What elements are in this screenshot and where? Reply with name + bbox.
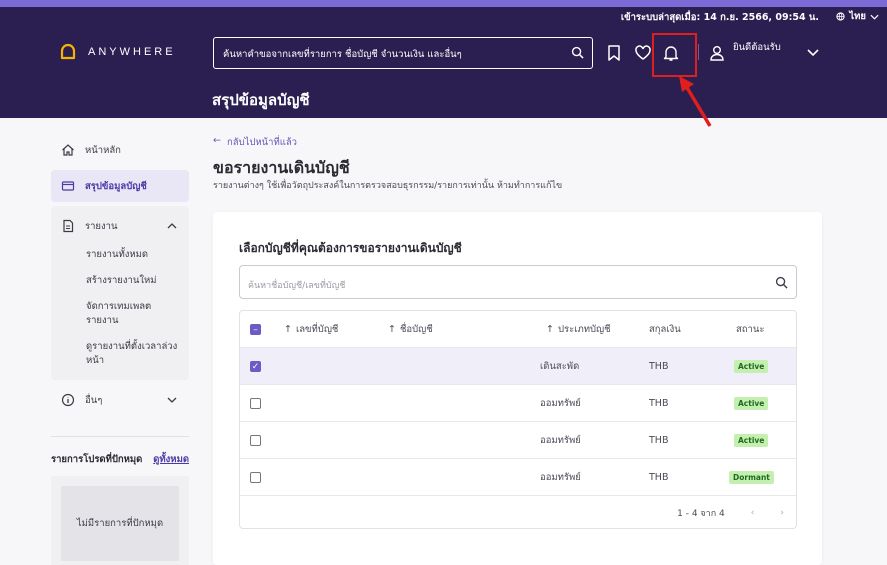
currency-cell: THB [649,435,669,446]
sidebar-item-summary[interactable]: สรุปข้อมูลบัญชี [51,170,189,202]
account-search-placeholder: ค้นหาชื่อบัญชี/เลขที่บัญชี [248,281,346,291]
welcome-text[interactable]: ยินดีต้อนรับ [733,40,781,55]
language-label: ไทย [849,11,866,22]
pagination-range: 1 - 4 จาก 4 [677,509,725,519]
table-header-row: – ↑ เลขที่บัญชี ↑ ชื่อบัญชี ↑ ประเภทบัญชี ส… [240,311,796,348]
document-icon [63,219,74,233]
sidebar-item-label: รายงาน [85,220,118,232]
currency-cell: THB [649,361,669,372]
logo-text: ANYWHERE [88,46,176,58]
header-divider [698,44,699,60]
global-search-input[interactable]: ค้นหาคำขอจากเลขที่รายการ ชื่อบัญชี จำนวน… [213,37,593,69]
top-status-bar: เข้าระบบล่าสุดเมื่อ: 14 ก.ย. 2566, 09:54… [0,0,887,26]
sidebar-item-others[interactable]: อื่นๆ [51,384,189,416]
chevron-down-icon [167,397,177,403]
home-icon [62,144,74,156]
account-type-cell: เดินสะพัด [540,361,580,372]
pinned-title: รายการโปรดที่ปักหมุด [51,454,143,465]
column-label: ประเภทบัญชี [557,324,611,335]
globe-icon [836,12,846,21]
sidebar-subitem-templates[interactable]: จัดการเทมเพลตรายงาน [51,294,189,334]
logo-mark-icon [60,43,76,60]
sidebar: หน้าหลัก สรุปข้อมูลบัญชี รายงาน รายงานทั… [51,134,189,420]
search-icon[interactable] [571,46,584,59]
card-title: เลือกบัญชีที่คุณต้องการขอรายงานเดินบัญชี [239,241,462,255]
search-icon[interactable] [775,276,788,289]
chevron-right-icon[interactable]: › [780,508,784,518]
sidebar-divider [51,436,189,437]
column-label: ชื่อบัญชี [399,324,433,335]
status-badge: Dormant [729,471,774,484]
sidebar-item-label: หน้าหลัก [85,144,121,156]
table-row[interactable]: ออมทรัพย์ THB Dormant [240,459,796,496]
wallet-icon [61,181,75,191]
sidebar-item-home[interactable]: หน้าหลัก [51,134,189,166]
table-row[interactable]: ✓ เดินสะพัด THB Active [240,348,796,385]
chevron-up-icon [167,223,177,229]
last-login-text: เข้าระบบล่าสุดเมื่อ: 14 ก.ย. 2566, 09:54… [620,12,819,23]
pinned-list: ไม่มีรายการที่ปักหมุด [51,476,189,565]
app-header: ANYWHERE ค้นหาคำขอจากเลขที่รายการ ชื่อบั… [0,26,887,118]
chevron-left-icon[interactable]: ‹ [751,508,755,518]
see-all-link[interactable]: ดูทั้งหมด [153,452,189,467]
status-badge: Active [734,360,769,373]
anywhere-logo[interactable]: ANYWHERE [58,42,176,62]
sidebar-item-label: อื่นๆ [85,394,103,406]
reports-submenu: รายงาน รายงานทั้งหมด สร้างรายงานใหม่ จัด… [51,206,189,380]
account-type-cell: ออมทรัพย์ [540,435,581,446]
column-header-currency: สกุลเงิน [649,324,681,335]
row-checkbox[interactable] [250,398,261,409]
column-label: เลขที่บัญชี [295,324,339,335]
column-header-status: สถานะ [736,324,765,335]
account-search-input[interactable]: ค้นหาชื่อบัญชี/เลขที่บัญชี [239,265,797,299]
search-placeholder: ค้นหาคำขอจากเลขที่รายการ ชื่อบัญชี จำนวน… [223,49,462,60]
chevron-down-icon [870,14,879,20]
arrow-left-icon: ← [213,135,221,146]
annotation-arrow [679,76,712,127]
section-description: รายงานต่างๆ ใช้เพื่อวัตถุประสงค์ในการตรว… [213,181,563,191]
row-checkbox[interactable] [250,435,261,446]
sort-up-icon: ↑ [546,324,554,335]
sidebar-item-label: สรุปข้อมูลบัญชี [85,180,147,192]
back-link[interactable]: ← กลับไปหน้าที่แล้ว [213,135,297,150]
accounts-table: – ↑ เลขที่บัญชี ↑ ชื่อบัญชี ↑ ประเภทบัญชี ส… [239,310,797,529]
currency-cell: THB [649,472,669,483]
back-label: กลับไปหน้าที่แล้ว [226,137,298,148]
row-checkbox[interactable] [250,472,261,483]
heart-icon[interactable] [634,44,652,62]
pinned-section-header: รายการโปรดที่ปักหมุด ดูทั้งหมด [51,452,189,467]
status-badge: Active [734,397,769,410]
row-checkbox-checked[interactable]: ✓ [250,361,261,372]
sort-up-icon: ↑ [388,324,396,335]
column-header-account-no[interactable]: ↑ เลขที่บัญชี [284,311,338,348]
language-selector[interactable]: ไทย [836,9,879,24]
account-select-card: เลือกบัญชีที่คุณต้องการขอรายงานเดินบัญชี… [213,212,822,565]
select-all-checkbox[interactable]: – [250,324,261,335]
status-badge: Active [734,434,769,447]
sidebar-subitem-new-report[interactable]: สร้างรายงานใหม่ [51,268,189,294]
bookmark-icon[interactable] [605,44,623,62]
sidebar-item-reports[interactable]: รายงาน [51,210,189,242]
page-title: สรุปข้อมูลบัญชี [212,91,310,109]
currency-cell: THB [649,398,669,409]
table-row[interactable]: ออมทรัพย์ THB Active [240,422,796,459]
sidebar-subitem-scheduled[interactable]: ดูรายงานที่ตั้งเวลาล่วงหน้า [51,334,189,374]
sort-up-icon: ↑ [284,324,292,335]
column-header-type[interactable]: ↑ ประเภทบัญชี [546,311,611,348]
account-type-cell: ออมทรัพย์ [540,472,581,483]
empty-pinned-message: ไม่มีรายการที่ปักหมุด [61,486,179,561]
sidebar-subitem-all-reports[interactable]: รายงานทั้งหมด [51,242,189,268]
chevron-down-icon[interactable] [807,49,819,57]
table-row[interactable]: ออมทรัพย์ THB Active [240,385,796,422]
account-type-cell: ออมทรัพย์ [540,398,581,409]
info-icon [61,393,75,407]
user-icon[interactable] [708,44,726,62]
column-header-account-name[interactable]: ↑ ชื่อบัญชี [388,311,433,348]
pagination: 1 - 4 จาก 4 ‹ › [677,506,784,520]
